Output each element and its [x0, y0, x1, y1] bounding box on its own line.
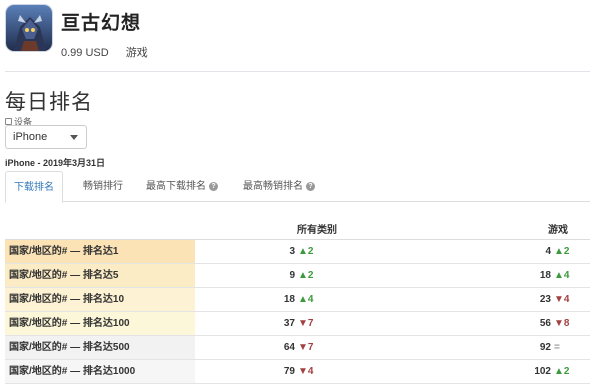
games-cell: 4 ▲2 [545, 240, 570, 263]
table-row: 国家/地区的# — 排名达5 9 ▲2 18 ▲4 [5, 264, 590, 288]
tab-label: 最高下载排名 [146, 181, 206, 192]
help-icon[interactable]: ? [306, 182, 315, 191]
all-categories-rank: 3 [289, 246, 295, 257]
games-rank: 92 [539, 342, 551, 353]
device-select-value: iPhone [13, 131, 48, 143]
row-label: 国家/地区的# — 排名达1000 [5, 360, 195, 383]
games-rank: 18 [539, 270, 551, 281]
all-categories-delta: ▼7 [298, 318, 314, 329]
all-categories-delta: ▼7 [298, 342, 314, 353]
row-label: 国家/地区的# — 排名达1 [5, 240, 195, 263]
app-price: 0.99 USD [61, 47, 109, 59]
games-delta: = [554, 342, 560, 353]
tab-highest-grossing-rank[interactable]: 最高畅销排名 ? [243, 171, 315, 202]
games-cell: 23 ▼4 [540, 288, 570, 311]
tab-top-grossing[interactable]: 畅销排行 [83, 171, 123, 202]
games-rank: 4 [545, 246, 551, 257]
row-label: 国家/地区的# — 排名达5 [5, 264, 195, 287]
tab-download-rank[interactable]: 下载排名 [5, 171, 63, 203]
header-games: 游戏 [548, 225, 568, 236]
all-categories-cell: 18 ▲4 [284, 288, 314, 311]
chevron-down-icon [70, 135, 78, 140]
date-line: iPhone - 2019年3月31日 [5, 158, 106, 168]
header-divider [5, 71, 590, 72]
table-row: 国家/地区的# — 排名达1 3 ▲2 4 ▲2 [5, 240, 590, 264]
app-meta: 0.99 USD 游戏 [61, 44, 162, 60]
help-icon[interactable]: ? [209, 182, 218, 191]
games-cell: 18 ▲4 [540, 264, 570, 287]
app-header: 亘古幻想 0.99 USD 游戏 [5, 4, 590, 68]
all-categories-cell: 3 ▲2 [289, 240, 314, 263]
all-categories-delta: ▲2 [298, 270, 314, 281]
all-categories-cell: 79 ▼4 [284, 360, 314, 383]
games-delta: ▼8 [554, 318, 570, 329]
all-categories-rank: 18 [283, 294, 295, 305]
app-title: 亘古幻想 [61, 13, 142, 34]
tab-label: 下载排名 [14, 181, 54, 193]
all-categories-rank: 64 [283, 342, 295, 353]
all-categories-delta: ▲4 [298, 294, 314, 305]
header-all-categories: 所有类别 [297, 225, 337, 236]
all-categories-rank: 9 [289, 270, 295, 281]
app-icon[interactable] [5, 4, 53, 52]
row-label: 国家/地区的# — 排名达500 [5, 336, 195, 359]
device-select[interactable]: iPhone [5, 125, 87, 149]
all-categories-cell: 37 ▼7 [284, 312, 314, 335]
tab-highest-download-rank[interactable]: 最高下载排名 ? [146, 171, 218, 202]
all-categories-cell: 64 ▼7 [284, 336, 314, 359]
games-rank: 102 [534, 366, 551, 377]
ranking-table: 所有类别 游戏 国家/地区的# — 排名达1 3 ▲2 4 ▲2 国家/地区的# — 排名… [5, 216, 590, 384]
games-delta: ▲4 [554, 270, 570, 281]
ranking-tabs: 下载排名 畅销排行 最高下载排名 ? 最高畅销排名 ? [5, 171, 590, 203]
info-icon [5, 118, 12, 125]
app-category[interactable]: 游戏 [126, 47, 148, 59]
table-row: 国家/地区的# — 排名达1000 79 ▼4 102 ▲2 [5, 360, 590, 384]
table-row: 国家/地区的# — 排名达500 64 ▼7 92 = [5, 336, 590, 360]
all-categories-delta: ▲2 [298, 246, 314, 257]
all-categories-rank: 79 [283, 366, 295, 377]
all-categories-cell: 9 ▲2 [289, 264, 314, 287]
section-title: 每日排名 [5, 91, 93, 114]
games-rank: 23 [539, 294, 551, 305]
row-label: 国家/地区的# — 排名达10 [5, 288, 195, 311]
games-cell: 56 ▼8 [540, 312, 570, 335]
tab-label: 最高畅销排名 [243, 181, 303, 192]
games-rank: 56 [539, 318, 551, 329]
all-categories-rank: 37 [283, 318, 295, 329]
table-row: 国家/地区的# — 排名达100 37 ▼7 56 ▼8 [5, 312, 590, 336]
games-delta: ▼4 [554, 294, 570, 305]
games-delta: ▲2 [554, 366, 570, 377]
games-cell: 102 ▲2 [534, 360, 570, 383]
table-header: 所有类别 游戏 [5, 216, 590, 240]
games-cell: 92 = [540, 336, 570, 359]
all-categories-delta: ▼4 [298, 366, 314, 377]
table-row: 国家/地区的# — 排名达10 18 ▲4 23 ▼4 [5, 288, 590, 312]
row-label: 国家/地区的# — 排名达100 [5, 312, 195, 335]
games-delta: ▲2 [554, 246, 570, 257]
tab-label: 畅销排行 [83, 181, 123, 192]
